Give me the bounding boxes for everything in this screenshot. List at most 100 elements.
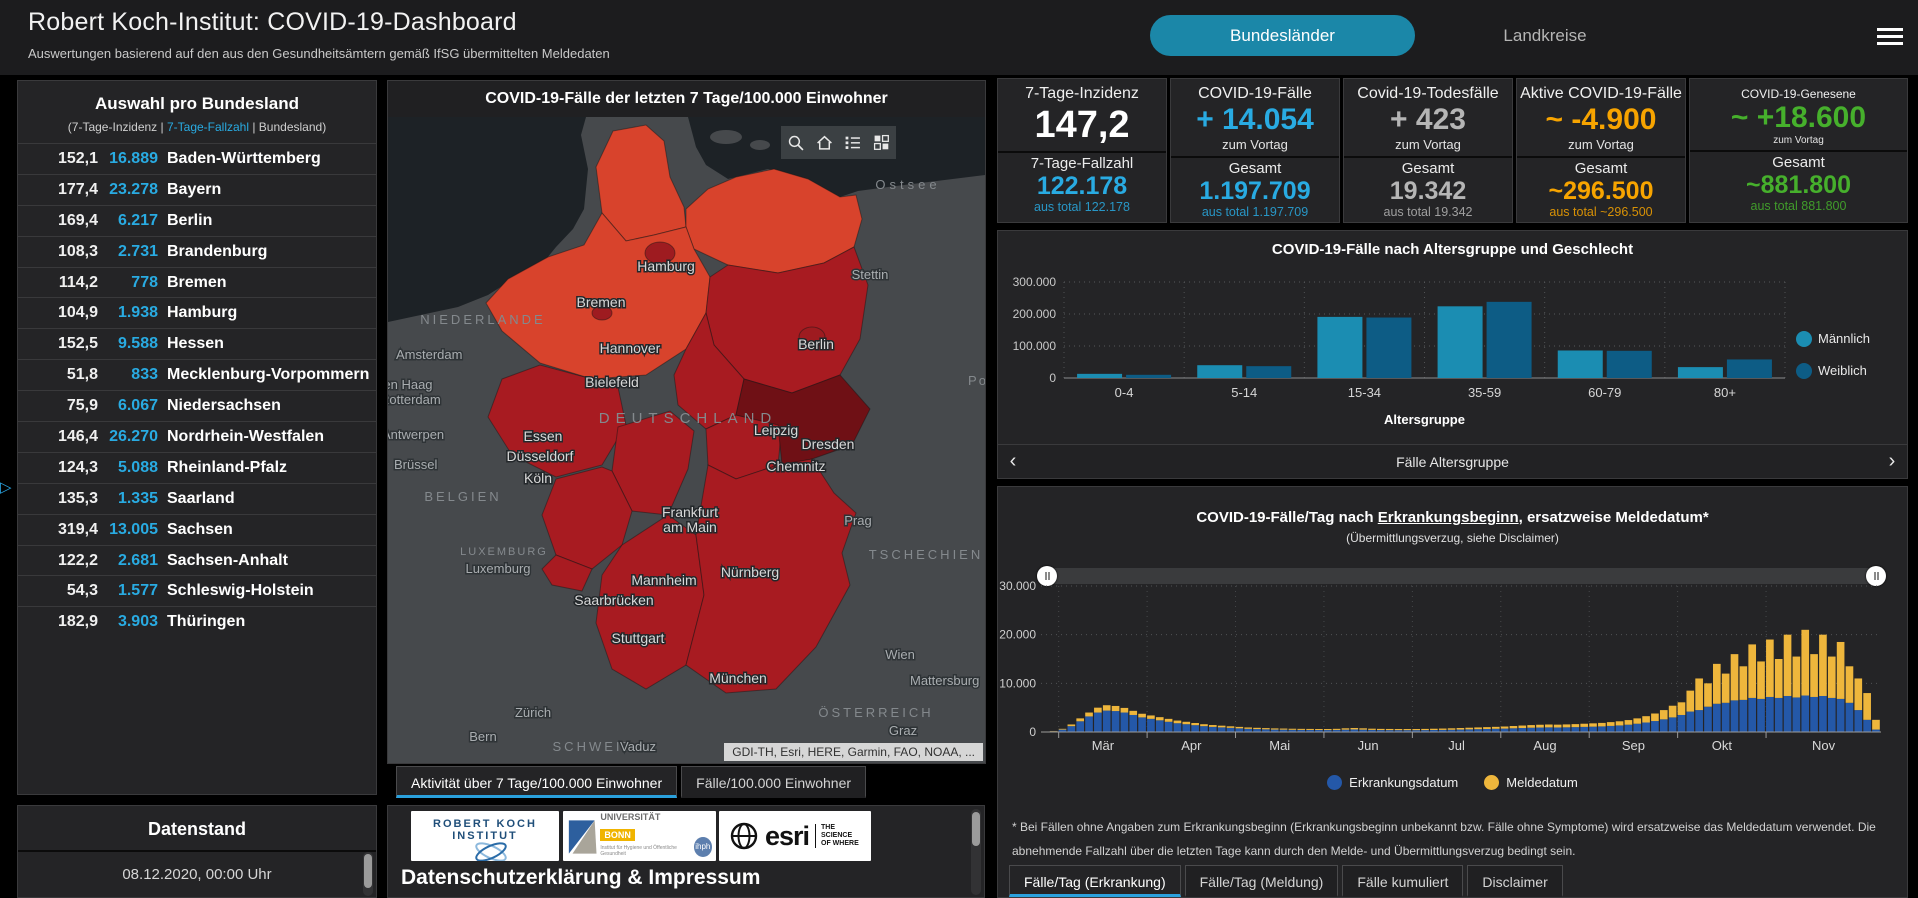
bundesland-name: Niedersachsen xyxy=(167,397,281,415)
city-label: Amsterdam xyxy=(396,347,462,362)
svg-text:Jul: Jul xyxy=(1448,738,1465,753)
age-bar[interactable] xyxy=(1077,373,1123,378)
card-title: 7-Tage-Inzidenz xyxy=(1025,85,1139,102)
age-bar[interactable] xyxy=(1197,365,1243,378)
bundesland-row[interactable]: 135,3 1.335 Saarland xyxy=(18,482,376,514)
age-bar[interactable] xyxy=(1246,366,1292,378)
landkreise-toggle-button[interactable]: Landkreise xyxy=(1470,15,1620,56)
card-bottom-label: Gesamt xyxy=(1574,160,1628,177)
card-subvalue-label: zum Vortag xyxy=(1568,137,1634,152)
age-chart-pager: ‹ Fälle Altersgruppe › xyxy=(998,444,1907,478)
map-tab-2[interactable]: Fälle/100.000 Einwohner xyxy=(681,766,867,798)
age-bar[interactable] xyxy=(1726,359,1772,378)
card-bottom-value: ~881.800 xyxy=(1746,171,1851,199)
inzidenz-value: 75,9 xyxy=(66,397,98,415)
card-total: aus total 1.197.709 xyxy=(1201,205,1309,219)
page-title: Robert Koch-Institut: COVID-19-Dashboard xyxy=(28,8,517,36)
svg-text:60-79: 60-79 xyxy=(1588,385,1621,400)
fallzahl-value: 23.278 xyxy=(109,180,158,198)
bundesland-row[interactable]: 182,9 3.903 Thüringen xyxy=(18,606,376,637)
card-bottom-label: Gesamt xyxy=(1401,160,1455,177)
bundesland-row[interactable]: 104,9 1.938 Hamburg xyxy=(18,297,376,328)
bundesland-row[interactable]: 114,2 778 Bremen xyxy=(18,266,376,298)
map-tab-1[interactable]: Aktivität über 7 Tage/100.000 Einwohner xyxy=(396,766,678,798)
svg-text:300.000: 300.000 xyxy=(1013,275,1057,289)
bundesland-row[interactable]: 51,8 833 Mecklenburg-Vorpommern xyxy=(18,359,376,390)
pager-right-icon[interactable]: › xyxy=(1877,450,1907,473)
germany-choropleth-map[interactable]: NIEDERLANDE BELGIEN LUXEMBURG DEUTSCHLAND TS… xyxy=(388,117,985,763)
bundesland-row[interactable]: 122,2 2.681 Sachsen-Anhalt xyxy=(18,544,376,576)
menu-icon[interactable] xyxy=(1877,28,1903,48)
bundesland-row[interactable]: 152,1 16.889 Baden-Württemberg xyxy=(18,143,376,174)
search-icon[interactable] xyxy=(787,134,804,151)
impressum-heading[interactable]: Datenschutzerklärung & Impressum xyxy=(401,866,760,890)
fallzahl-value: 1.577 xyxy=(117,582,158,600)
bundesland-name: Bayern xyxy=(167,180,222,198)
card-value: + 423 xyxy=(1390,103,1466,136)
svg-text:5-14: 5-14 xyxy=(1231,385,1257,400)
age-bar[interactable] xyxy=(1677,367,1723,378)
legend-erkrankungsdatum: Erkrankungsdatum xyxy=(1327,775,1458,790)
fallzahl-value: 3.903 xyxy=(117,613,158,631)
bundesland-name: Thüringen xyxy=(167,613,246,631)
daily-tab-2[interactable]: Fälle/Tag (Meldung) xyxy=(1184,865,1339,897)
basemap-icon[interactable] xyxy=(873,134,890,151)
inzidenz-value: 104,9 xyxy=(57,304,98,322)
age-bar[interactable] xyxy=(1557,350,1603,378)
city-label: Rotterdam xyxy=(388,392,441,407)
age-bar[interactable] xyxy=(1437,306,1483,378)
bundesland-row[interactable]: 124,3 5.088 Rheinland-Pfalz xyxy=(18,451,376,483)
age-bar[interactable] xyxy=(1366,317,1412,378)
bundeslaender-toggle-button[interactable]: Bundesländer xyxy=(1150,15,1415,56)
svg-text:10.000: 10.000 xyxy=(999,676,1036,690)
age-bar[interactable] xyxy=(1486,301,1532,378)
age-bar[interactable] xyxy=(1606,350,1652,378)
bundesland-name: Nordrhein-Westfalen xyxy=(167,427,325,445)
city-label: Hannover xyxy=(600,340,661,356)
stat-card-todesfaelle: Covid-19-Todesfälle + 423 zum Vortag Ges… xyxy=(1343,78,1513,223)
age-bar[interactable] xyxy=(1126,374,1172,378)
map-canvas[interactable]: NIEDERLANDE BELGIEN LUXEMBURG DEUTSCHLAND TS… xyxy=(388,117,985,763)
card-total: aus total 19.342 xyxy=(1383,205,1473,219)
bundesland-row[interactable]: 319,4 13.005 Sachsen xyxy=(18,513,376,545)
city-label: Saarbrücken xyxy=(574,592,653,608)
bundesland-row[interactable]: 108,3 2.731 Brandenburg xyxy=(18,235,376,267)
country-label: Po xyxy=(968,373,985,388)
city-label: Mannheim xyxy=(631,572,696,588)
bundesland-name: Saarland xyxy=(167,489,235,507)
datenstand-scrollbar[interactable] xyxy=(363,852,373,896)
country-label: NIEDERLANDE xyxy=(420,312,545,327)
age-bar[interactable] xyxy=(1317,316,1363,378)
datenstand-value: 08.12.2020, 00:00 Uhr xyxy=(122,866,272,883)
city-label: Antwerpen xyxy=(388,427,444,442)
svg-text:Weiblich: Weiblich xyxy=(1818,363,1867,378)
fallzahl-value: 9.588 xyxy=(117,335,158,353)
bundesland-row[interactable]: 152,5 9.588 Hessen xyxy=(18,328,376,359)
footer-scrollbar[interactable] xyxy=(971,809,981,895)
header: Robert Koch-Institut: COVID-19-Dashboard… xyxy=(0,0,1918,76)
map-tabs: Aktivität über 7 Tage/100.000 Einwohner F… xyxy=(396,766,867,798)
bundesland-row[interactable]: 54,3 1.577 Schleswig-Holstein xyxy=(18,575,376,606)
pager-left-icon[interactable]: ‹ xyxy=(998,450,1028,473)
daily-tab-4[interactable]: Disclaimer xyxy=(1467,865,1563,897)
bundesland-row[interactable]: 169,4 6.217 Berlin xyxy=(18,204,376,236)
home-icon[interactable] xyxy=(816,134,833,151)
card-bottom-value: 1.197.709 xyxy=(1199,177,1311,205)
daily-tab-3[interactable]: Fälle kumuliert xyxy=(1342,865,1464,897)
legend-icon[interactable] xyxy=(844,134,861,151)
daily-tab-1[interactable]: Fälle/Tag (Erkrankung) xyxy=(1009,865,1181,897)
bundesland-panel: Auswahl pro Bundesland (7-Tage-Inzidenz … xyxy=(17,80,377,795)
stat-card-7-tage-inzidenz: 7-Tage-Inzidenz 147,2 7-Tage-Fallzahl 12… xyxy=(997,78,1167,223)
daily-chart[interactable]: 0 10.000 20.000 30.000 Mär Apr Mai Jun Jul Aug Sep… xyxy=(998,487,1907,772)
inzidenz-value: 152,5 xyxy=(57,335,98,353)
city-label: Brüssel xyxy=(394,457,437,472)
inzidenz-value: 135,3 xyxy=(57,489,98,507)
age-chart[interactable]: 0 100.000 200.000 300.000 0-4 5-14 15-34 35-59 6… xyxy=(998,231,1907,445)
uni-bonn-logo: UNIVERSITÄT BONN Institut für Hygiene un… xyxy=(563,811,716,861)
bundesland-row[interactable]: 75,9 6.067 Niedersachsen xyxy=(18,390,376,421)
bundesland-row[interactable]: 146,4 26.270 Nordrhein-Westfalen xyxy=(18,421,376,452)
svg-text:15-34: 15-34 xyxy=(1348,385,1381,400)
inzidenz-value: 114,2 xyxy=(58,273,98,291)
panel-collapse-arrow-icon[interactable]: ▷ xyxy=(0,478,12,496)
bundesland-row[interactable]: 177,4 23.278 Bayern xyxy=(18,173,376,205)
